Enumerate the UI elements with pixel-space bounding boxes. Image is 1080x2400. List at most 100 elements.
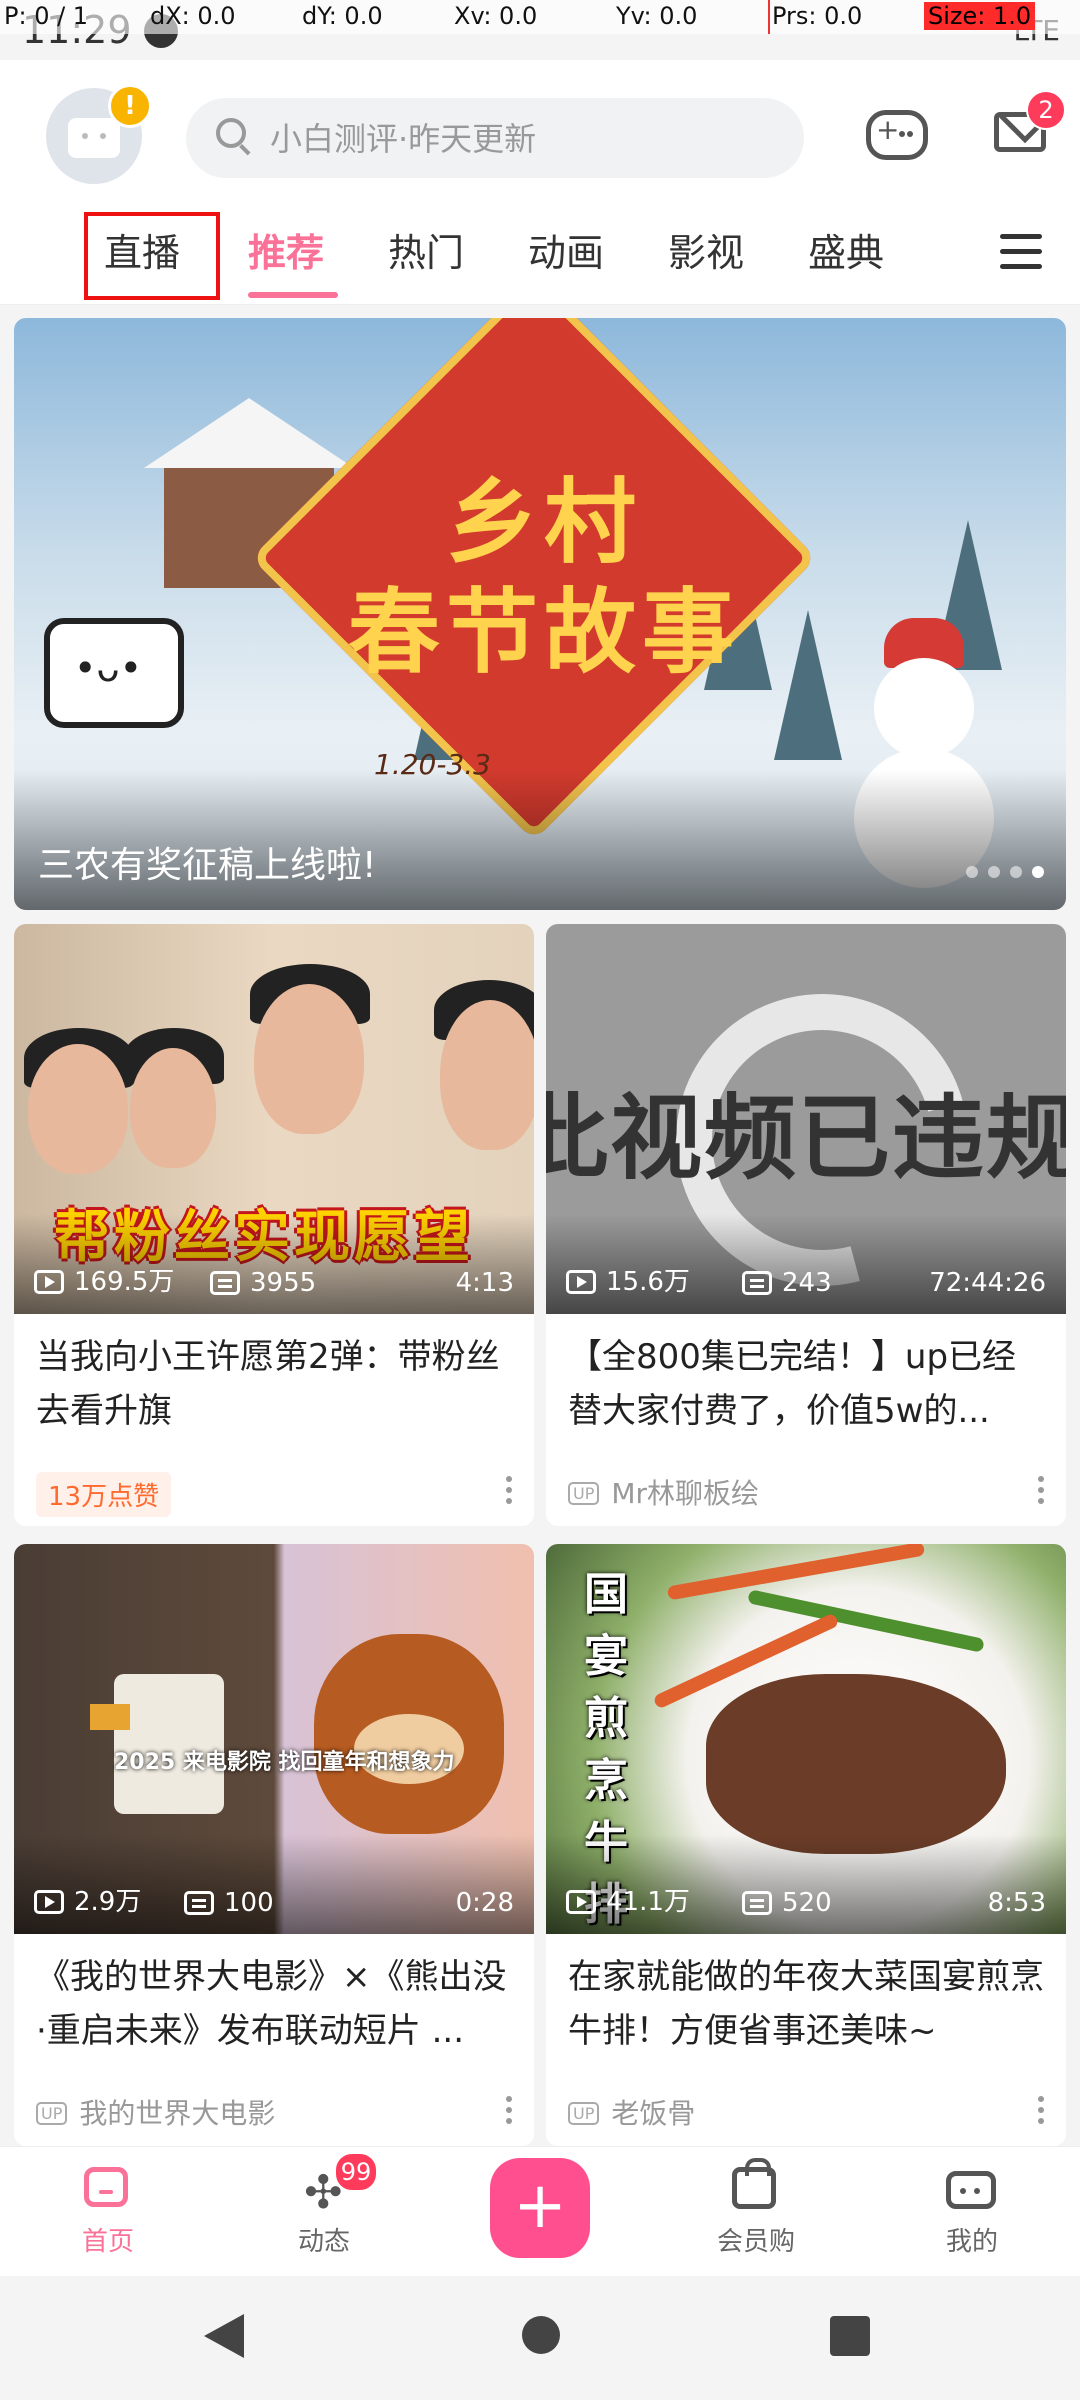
play-count-icon	[34, 1890, 64, 1914]
banner-carousel[interactable]: 乡村 春节故事 1.20-3.3 三农有奖征稿上线啦!	[14, 318, 1066, 910]
person-shape	[28, 1044, 128, 1174]
search-placeholder: 小白测评·昨天更新	[270, 120, 537, 158]
danmaku-count: 3955	[250, 1268, 317, 1298]
view-count: 15.6万	[606, 1267, 690, 1297]
video-meta: UP Mr林聊板绘	[568, 1472, 759, 1516]
danmaku-count: 100	[224, 1888, 274, 1918]
home-circle-icon[interactable]	[522, 2316, 560, 2354]
nav-vip-shop-label: 会员购	[716, 2227, 795, 2257]
more-options-icon[interactable]	[1038, 2096, 1046, 2126]
uploader-name[interactable]: Mr林聊板绘	[611, 1477, 759, 1510]
video-stats: 169.5万 3955 4:13	[34, 1264, 514, 1298]
uploader-name[interactable]: 老饭骨	[611, 2097, 695, 2130]
top-header: ! 小白测评·昨天更新 2	[0, 60, 1080, 200]
debug-dx: dX: 0.0	[150, 2, 236, 30]
video-title[interactable]: 【全800集已完结！】up已经替大家付费了，价值5w的...	[568, 1330, 1044, 1438]
danmaku-count: 243	[782, 1268, 832, 1298]
tv-mascot-icon	[68, 118, 120, 158]
video-title[interactable]: 《我的世界大电影》×《熊出没·重启未来》发布联动短片 ...	[36, 1950, 512, 2058]
active-tab-indicator	[248, 292, 338, 298]
tab-film[interactable]: 影视	[668, 222, 744, 277]
video-duration: 8:53	[987, 1888, 1046, 1918]
video-card[interactable]: 此视频已违规 15.6万 243 72:44:26 【全800集已完结！】up已…	[546, 924, 1066, 1526]
video-title[interactable]: 在家就能做的年夜大菜国宴煎烹牛排！方便省事还美味~	[568, 1950, 1044, 2058]
danmaku-icon	[742, 1891, 772, 1915]
video-thumbnail[interactable]: 此视频已违规 15.6万 243 72:44:26	[546, 924, 1066, 1314]
debug-dy: dY: 0.0	[302, 2, 383, 30]
video-card[interactable]: 国宴煎烹牛排 41.1万 520 8:53 在家就能做的年夜大菜国宴煎烹牛排！方…	[546, 1544, 1066, 2146]
danmaku-count: 520	[782, 1888, 832, 1918]
tv-mascot-illustration	[44, 618, 184, 728]
video-stats: 41.1万 520 8:53	[566, 1884, 1046, 1918]
video-thumbnail[interactable]: 帮粉丝实现愿望 169.5万 3955 4:13	[14, 924, 534, 1314]
menu-icon[interactable]	[1000, 234, 1042, 272]
banner-caption: 三农有奖征稿上线啦!	[38, 845, 377, 886]
thumbnail-caption: 2025 来电影院 找回童年和想象力	[114, 1750, 455, 1775]
nav-me[interactable]: 我的	[902, 2157, 1042, 2258]
play-count-icon	[34, 1270, 64, 1294]
video-thumbnail[interactable]: 2025 来电影院 找回童年和想象力 2.9万 100 0:28	[14, 1544, 534, 1934]
home-icon	[84, 2167, 128, 2207]
debug-xv: Xv: 0.0	[454, 2, 538, 30]
recents-icon[interactable]	[830, 2316, 870, 2356]
shopping-bag-icon	[732, 2158, 776, 2209]
video-stats: 15.6万 243 72:44:26	[566, 1264, 1046, 1298]
video-meta: UP 老饭骨	[568, 2092, 695, 2136]
person-shape	[254, 984, 364, 1134]
video-meta: UP 我的世界大电影	[36, 2092, 275, 2136]
video-duration: 72:44:26	[929, 1268, 1046, 1298]
more-options-icon[interactable]	[1038, 1476, 1046, 1506]
tab-recommend[interactable]: 推荐	[248, 222, 324, 277]
uploader-name[interactable]: 我的世界大电影	[79, 2097, 275, 2130]
tab-anime[interactable]: 动画	[528, 222, 604, 277]
nav-vip-shop[interactable]: 会员购	[686, 2157, 826, 2258]
back-icon[interactable]	[204, 2314, 244, 2358]
view-count: 41.1万	[606, 1887, 690, 1917]
nav-me-label: 我的	[945, 2227, 998, 2257]
banner-title-line2: 春节故事	[347, 579, 740, 686]
video-thumbnail[interactable]: 国宴煎烹牛排 41.1万 520 8:53	[546, 1544, 1066, 1934]
highlight-box	[84, 212, 220, 300]
debug-prs: Prs: 0.0	[772, 2, 863, 30]
publish-button[interactable]: +	[490, 2158, 590, 2258]
mail-badge: 2	[1026, 90, 1066, 130]
tab-gala[interactable]: 盛典	[808, 222, 884, 277]
nav-dynamic-label: 动态	[297, 2227, 350, 2257]
video-title[interactable]: 当我向小王许愿第2弹：带粉丝去看升旗	[36, 1330, 512, 1438]
debug-size: Size: 1.0	[924, 2, 1036, 30]
thumbnail-caption: 此视频已违规	[546, 1085, 1066, 1192]
carousel-dot	[1010, 866, 1022, 878]
play-count-icon	[566, 1890, 596, 1914]
more-options-icon[interactable]	[506, 2096, 514, 2126]
avatar-warning-badge: !	[108, 84, 152, 128]
view-count: 169.5万	[74, 1267, 175, 1297]
more-options-icon[interactable]	[506, 1476, 514, 1506]
search-icon	[216, 118, 246, 148]
carousel-dot	[966, 866, 978, 878]
danmaku-icon	[210, 1271, 240, 1295]
carousel-dot-active	[1032, 866, 1044, 878]
likes-tag: 13万点赞	[36, 1472, 172, 1517]
danmaku-icon	[742, 1271, 772, 1295]
tab-hot[interactable]: 热门	[388, 222, 464, 277]
dynamic-badge: 99	[334, 2152, 378, 2192]
nav-home-label: 首页	[81, 2227, 134, 2257]
play-count-icon	[566, 1270, 596, 1294]
banner-title: 乡村 春节故事	[264, 468, 824, 688]
video-duration: 4:13	[455, 1268, 514, 1298]
video-duration: 0:28	[455, 1888, 514, 1918]
search-bar[interactable]: 小白测评·昨天更新	[186, 98, 804, 178]
bear-character	[314, 1634, 504, 1834]
person-shape	[440, 1000, 534, 1150]
nav-home[interactable]: 首页	[38, 2157, 178, 2258]
video-card[interactable]: 2025 来电影院 找回童年和想象力 2.9万 100 0:28 《我的世界大电…	[14, 1544, 534, 2146]
debug-marker	[768, 0, 770, 34]
carousel-dots	[956, 863, 1044, 882]
debug-yv: Yv: 0.0	[616, 2, 698, 30]
system-nav-bar	[0, 2276, 1080, 2400]
gamepad-icon[interactable]	[866, 110, 928, 160]
steak-shape	[706, 1674, 1006, 1854]
video-meta: 13万点赞	[36, 1472, 172, 1517]
video-card[interactable]: 帮粉丝实现愿望 169.5万 3955 4:13 当我向小王许愿第2弹：带粉丝去…	[14, 924, 534, 1526]
danmaku-icon	[184, 1891, 214, 1915]
